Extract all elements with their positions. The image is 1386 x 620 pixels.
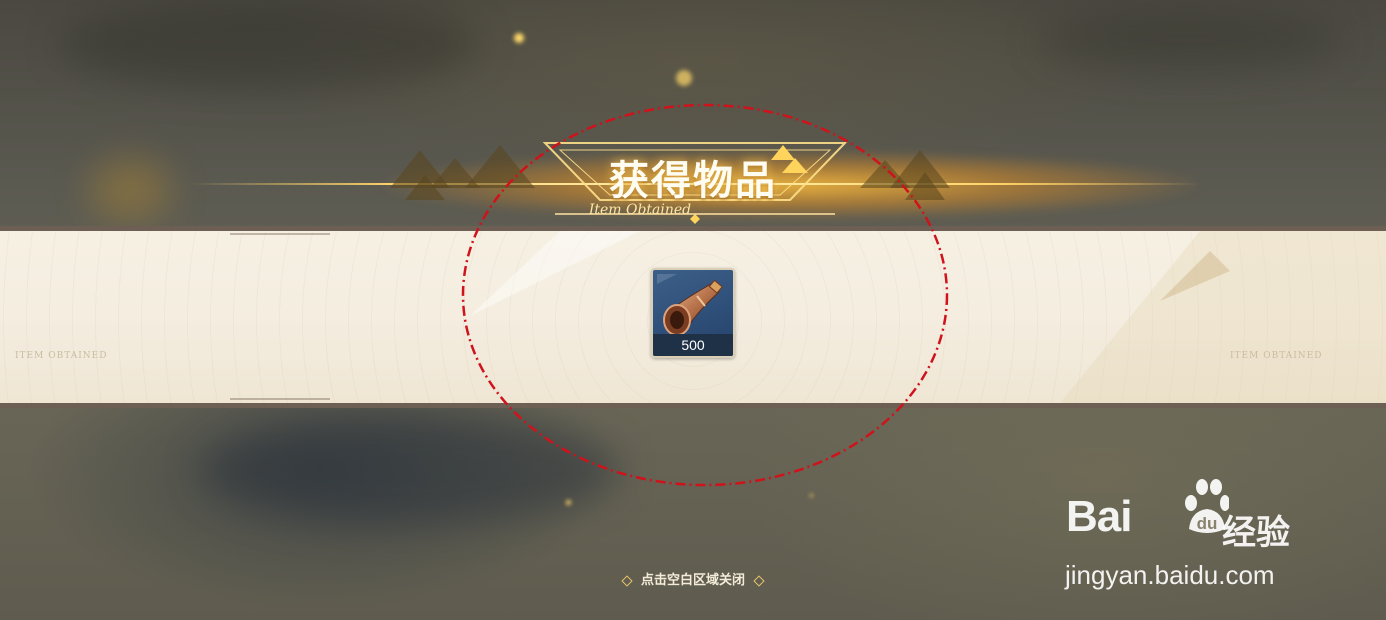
- watermark-cn: 经验: [1222, 513, 1290, 553]
- band-faint-text: ITEM OBTAINED: [15, 351, 108, 361]
- watermark-logo-du: du: [1197, 514, 1218, 533]
- sparkle: [810, 494, 813, 497]
- reward-item-card[interactable]: 500: [651, 268, 735, 358]
- background-blur: [200, 415, 620, 525]
- diamond-icon: [621, 574, 633, 587]
- band-faint-text: ITEM OBTAINED: [1230, 351, 1323, 361]
- sparkle: [566, 500, 571, 505]
- item-count: 500: [653, 334, 733, 356]
- diamond-icon: [753, 574, 765, 587]
- close-hint-text: 点击空白区域关闭: [640, 573, 745, 588]
- watermark-url: jingyan.baidu.com: [1065, 560, 1275, 590]
- horn-item-icon: [657, 274, 723, 336]
- dialog-subtitle: Item Obtained: [588, 202, 692, 218]
- dialog-title: 获得物品: [609, 157, 777, 204]
- watermark-logo-latin: Bai: [1066, 492, 1132, 541]
